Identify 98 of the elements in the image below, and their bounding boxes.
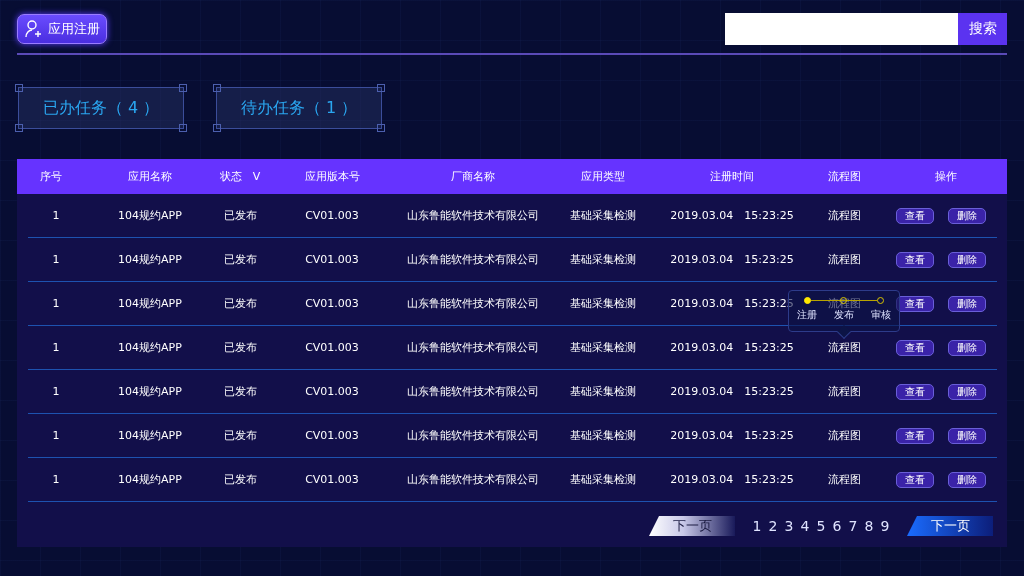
page-number[interactable]: 6 [829,518,845,534]
table-cell-text: 1 [51,341,61,354]
table-cell-text: 山东鲁能软件技术有限公司 [406,472,540,487]
table-cell-text: CV01.003 [304,473,360,486]
task-tab[interactable]: 待办任务（ 1 ） [216,87,382,129]
search-field[interactable] [725,13,958,45]
view-button[interactable]: 查看 [895,427,934,444]
table-cell-text: 基础采集检测 [569,208,637,223]
delete-button[interactable]: 删除 [947,383,986,400]
table-cell-text: 山东鲁能软件技术有限公司 [406,252,540,267]
table-cell-text: 1 [51,473,61,486]
table-cell-text: 基础采集检测 [569,428,637,443]
table-cell-text: CV01.003 [304,429,360,442]
table-cell-text: 基础采集检测 [569,296,637,311]
view-button[interactable]: 查看 [895,207,934,224]
view-button[interactable]: 查看 [895,339,934,356]
table-cell-text: CV01.003 [304,297,360,310]
table-cell-text: 2019.03.04 15:23:25 [669,208,795,223]
table-cell-text: 山东鲁能软件技术有限公司 [406,428,540,443]
table-cell-text: 基础采集检测 [569,340,637,355]
step-label: 注册 [797,308,818,322]
task-tab[interactable]: 已办任务（ 4 ） [18,87,184,129]
flowchart-link[interactable]: 流程图 [804,472,884,487]
table-cell-text: CV01.003 [304,385,360,398]
column-header: 应用名称 [127,169,173,184]
column-header: 应用版本号 [303,169,361,184]
table-cell-text: 2019.03.04 15:23:25 [669,428,795,443]
delete-button[interactable]: 删除 [947,339,986,356]
table-cell-text: 已发布 [222,252,258,267]
page-number[interactable]: 8 [861,518,877,534]
step-label: 审核 [870,308,891,322]
next-page-button[interactable]: 下一页 [907,516,993,536]
column-header: 操作 [933,169,958,184]
page-number[interactable]: 4 [797,518,813,534]
view-button[interactable]: 查看 [895,295,934,312]
next-page-button[interactable]: 下一页 [649,516,735,536]
search-button[interactable]: 搜索 [958,13,1007,45]
page-number[interactable]: 9 [877,518,893,534]
table-cell-text: 已发布 [222,472,258,487]
delete-button[interactable]: 删除 [947,427,986,444]
page-number[interactable]: 5 [813,518,829,534]
table-cell-text: 已发布 [222,296,258,311]
delete-button[interactable]: 删除 [947,471,986,488]
page-number[interactable]: 1 [749,518,765,534]
table-cell-text: 已发布 [222,340,258,355]
page-number[interactable]: 2 [765,518,781,534]
flowchart-link[interactable]: 流程图 [804,252,884,267]
table-cell-text: 基础采集检测 [569,384,637,399]
delete-button[interactable]: 删除 [947,207,986,224]
table-cell-text: CV01.003 [304,209,360,222]
table-cell-text: CV01.003 [304,253,360,266]
column-header: 应用类型 [580,169,626,184]
table-cell-text: 104规约APP [117,384,183,399]
table-cell-text: 山东鲁能软件技术有限公司 [406,208,540,223]
table-cell-text: 已发布 [222,428,258,443]
table-cell-text: 山东鲁能软件技术有限公司 [406,296,540,311]
add-user-icon [24,19,44,39]
table-cell-text: 104规约APP [117,208,183,223]
table-cell-text: CV01.003 [304,341,360,354]
flowchart-link[interactable]: 流程图 [804,428,884,443]
view-button[interactable]: 查看 [895,383,934,400]
table-cell-text: 1 [51,429,61,442]
table-cell-text: 104规约APP [117,296,183,311]
table-cell-text: 已发布 [222,208,258,223]
table-cell-text: 1 [51,209,61,222]
view-button[interactable]: 查看 [895,251,934,268]
table-cell-text: 山东鲁能软件技术有限公司 [406,384,540,399]
flowchart-link[interactable]: 流程图 [804,384,884,399]
table-cell-text: 1 [51,385,61,398]
table-cell-text: 基础采集检测 [569,472,637,487]
flowchart-link[interactable]: 流程图 [804,340,884,355]
flowchart-link[interactable]: 流程图 [804,208,884,223]
table-cell-text: 2019.03.04 15:23:25 [669,472,795,487]
table-cell-text: 已发布 [222,384,258,399]
table-cell-text: 2019.03.04 15:23:25 [669,340,795,355]
table-cell-text: 2019.03.04 15:23:25 [669,384,795,399]
delete-button[interactable]: 删除 [947,295,986,312]
column-header: 厂商名称 [450,169,496,184]
table-cell-text: 104规约APP [117,428,183,443]
column-header: 注册时间 [709,169,755,184]
table-cell-text: 基础采集检测 [569,252,637,267]
step-label: 发布 [834,308,854,322]
column-header: 状态 V [218,169,262,184]
table-cell-text: 1 [51,297,61,310]
view-button[interactable]: 查看 [895,471,934,488]
register-button[interactable]: 应用注册 [17,14,107,44]
table-cell-text: 2019.03.04 15:23:25 [669,296,795,311]
table-cell-text: 1 [51,253,61,266]
page-number[interactable]: 3 [781,518,797,534]
table-cell-text: 2019.03.04 15:23:25 [669,252,795,267]
delete-button[interactable]: 删除 [947,251,986,268]
column-header: 序号 [38,169,63,184]
table-cell-text: 104规约APP [117,340,183,355]
table-cell-text: 山东鲁能软件技术有限公司 [406,340,540,355]
table-cell-text: 104规约APP [117,252,183,267]
page-number[interactable]: 7 [845,518,861,534]
column-header: 流程图 [826,169,862,184]
table-cell-text: 104规约APP [117,472,183,487]
